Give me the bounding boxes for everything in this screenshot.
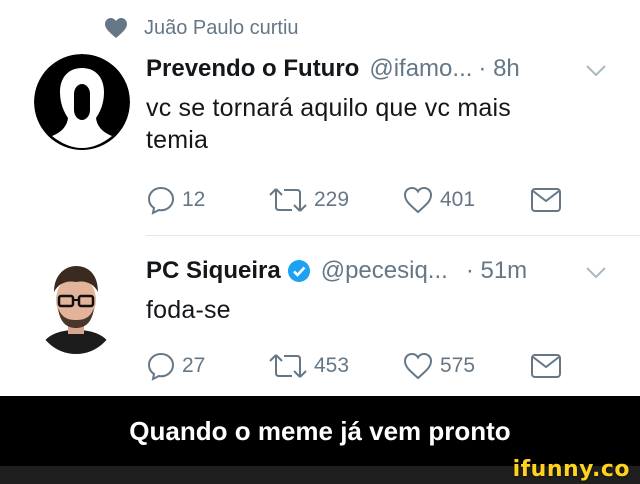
chevron-down-icon[interactable] [584,264,608,280]
timestamp[interactable]: · 8h [478,55,519,83]
reply-icon [147,352,175,381]
message-button[interactable] [530,350,568,382]
reply-count: 12 [182,188,206,211]
like-button[interactable]: 575 [402,350,475,382]
tweet-actions: 27 453 575 [146,350,576,382]
timestamp[interactable]: · 51m [466,257,527,285]
avatar-prevendo-o-futuro[interactable] [34,54,130,150]
tweet-actions: 12 229 401 [146,184,576,216]
tweet-1[interactable]: Prevendo o Futuro @ifamo... · 8h vc se t… [0,0,640,236]
tweet-header: PC Siqueira @pecesiq... · 51m [146,254,527,288]
reply-icon [147,186,175,215]
tweet-text-line: foda-se [146,296,231,324]
tweet-text-line: vc se tornará aquilo que vc mais [146,94,511,122]
meme-caption: Quando o meme já vem pronto [129,415,511,446]
envelope-icon [531,188,561,212]
chevron-down-icon[interactable] [584,62,608,78]
user-handle[interactable]: @ifamo... [369,55,472,83]
reply-count: 27 [182,354,206,377]
display-name[interactable]: Prevendo o Futuro [146,55,359,83]
tweet-text-line: temia [146,126,209,154]
avatar-pc-siqueira[interactable] [36,262,116,354]
retweet-count: 453 [314,354,350,377]
like-icon [403,352,433,380]
profile-photo-image [38,266,114,354]
ifunny-watermark: ifunny.co [512,457,630,482]
retweet-button[interactable]: 453 [268,350,349,382]
message-button[interactable] [530,184,568,216]
verified-badge-icon [287,260,310,282]
envelope-icon [531,354,561,378]
retweet-button[interactable]: 229 [268,184,349,216]
reply-button[interactable]: 12 [146,184,205,216]
tweet-header: Prevendo o Futuro @ifamo... · 8h [146,52,520,86]
tweet-2[interactable]: PC Siqueira @pecesiq... · 51m foda-se 27… [0,236,640,396]
display-name[interactable]: PC Siqueira [146,257,281,285]
tweet-text: foda-se [146,294,231,326]
like-count: 575 [440,354,476,377]
tweet-text: vc se tornará aquilo que vc mais temia [146,92,511,156]
user-handle[interactable]: @pecesiq... [321,257,448,285]
retweet-icon [269,188,307,212]
like-count: 401 [440,188,476,211]
meme-caption-bar: Quando o meme já vem pronto [0,396,640,466]
reply-button[interactable]: 27 [146,350,205,382]
retweet-count: 229 [314,188,350,211]
retweet-icon [269,354,307,378]
silhouette-avatar-image [34,54,130,150]
like-button[interactable]: 401 [402,184,475,216]
like-icon [403,186,433,214]
